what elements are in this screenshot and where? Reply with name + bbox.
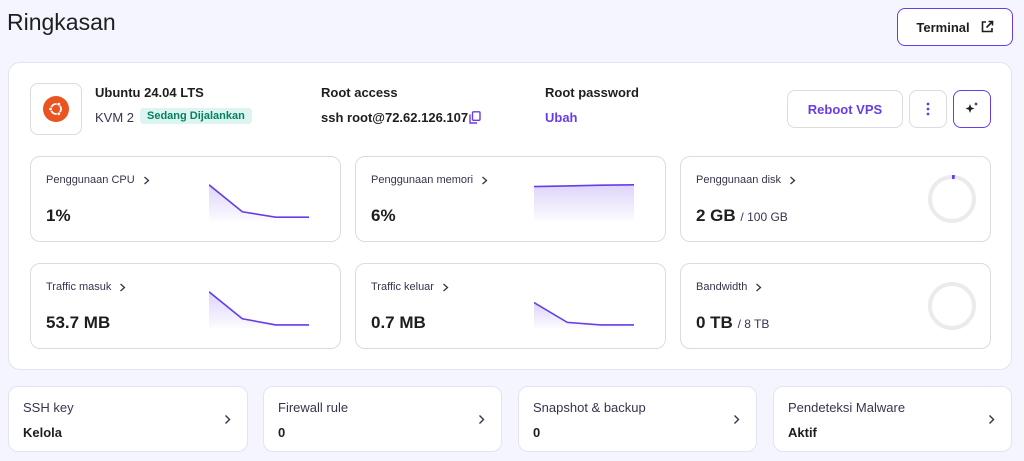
- chevron-right-icon: [790, 176, 796, 184]
- ring-track: [928, 282, 976, 330]
- change-password-link[interactable]: Ubah: [545, 110, 578, 125]
- chevron-right-icon: [482, 176, 488, 184]
- sparkles-icon: [965, 102, 978, 113]
- root-access-value: ssh root@72.62.126.107: [321, 110, 469, 125]
- metric-label: Penggunaan disk: [696, 174, 782, 186]
- card-value: Aktif: [788, 425, 817, 440]
- card-label: SSH key: [23, 400, 74, 415]
- copy-icon[interactable]: [469, 111, 481, 124]
- ssh-key-card[interactable]: SSH key Kelola: [8, 386, 248, 452]
- chevron-right-icon: [120, 283, 126, 291]
- chevron-right-icon: [989, 415, 995, 424]
- os-name: Ubuntu 24.04 LTS: [95, 85, 204, 100]
- bandwidth-usage-ring: [928, 282, 976, 330]
- memory-sparkline: [534, 184, 634, 221]
- page-title: Ringkasan: [7, 9, 116, 35]
- metric-label: Bandwidth: [696, 281, 748, 293]
- metric-disk[interactable]: Penggunaan disk 2 GB / 100 GB: [680, 156, 991, 242]
- sparkline-area: [209, 184, 309, 221]
- metric-traffic-in[interactable]: Traffic masuk 53.7 MB: [30, 263, 341, 349]
- traffic-in-sparkline: [209, 291, 309, 328]
- chevron-right-icon: [734, 415, 740, 424]
- metric-label: Penggunaan memori: [371, 174, 474, 186]
- chevron-right-icon: [443, 283, 449, 291]
- card-value: Kelola: [23, 425, 63, 440]
- disk-usage-ring: [928, 175, 976, 223]
- metric-value: 53.7 MB: [46, 313, 111, 332]
- metric-traffic-out[interactable]: Traffic keluar 0.7 MB: [355, 263, 666, 349]
- root-password-label: Root password: [545, 85, 639, 100]
- vps-summary-card: Ubuntu 24.04 LTS KVM 2 Sedang Dijalankan…: [8, 62, 1012, 370]
- terminal-button[interactable]: Terminal: [897, 8, 1013, 46]
- snapshot-backup-card[interactable]: Snapshot & backup 0: [518, 386, 757, 452]
- chevron-right-icon: [143, 176, 150, 184]
- reboot-vps-button[interactable]: Reboot VPS: [787, 90, 903, 128]
- card-value: 0: [278, 425, 286, 440]
- cpu-sparkline: [209, 184, 309, 221]
- firewall-rule-card[interactable]: Firewall rule 0: [263, 386, 502, 452]
- card-value: 0: [533, 425, 541, 440]
- metric-label: Traffic keluar: [371, 281, 434, 293]
- sparkline-area: [534, 184, 634, 221]
- status-badge: Sedang Dijalankan: [140, 108, 252, 124]
- metric-cpu[interactable]: Penggunaan CPU 1%: [30, 156, 341, 242]
- metric-label: Penggunaan CPU: [46, 174, 135, 186]
- metric-label: Traffic masuk: [46, 281, 112, 293]
- card-label: Pendeteksi Malware: [788, 400, 906, 415]
- card-label: Firewall rule: [278, 400, 349, 415]
- metric-memory[interactable]: Penggunaan memori 6%: [355, 156, 666, 242]
- chevron-right-icon: [756, 283, 762, 291]
- kebab-menu-icon: [926, 102, 930, 116]
- more-options-button[interactable]: [909, 90, 947, 128]
- os-icon-box: [30, 83, 82, 135]
- chevron-right-icon: [225, 415, 231, 424]
- root-access-label: Root access: [321, 85, 398, 100]
- metric-sub: / 100 GB: [740, 210, 788, 224]
- chevron-right-icon: [479, 415, 485, 424]
- metric-sub: / 8 TB: [737, 317, 770, 331]
- traffic-out-sparkline: [534, 301, 634, 328]
- metric-value: 1%: [46, 206, 71, 225]
- external-link-icon: [981, 20, 993, 33]
- card-label: Snapshot & backup: [533, 400, 646, 415]
- malware-scanner-card[interactable]: Pendeteksi Malware Aktif: [773, 386, 1012, 452]
- metric-value: 2 GB / 100 GB: [696, 206, 788, 225]
- plan-name: KVM 2: [95, 110, 135, 125]
- ring-track: [928, 175, 976, 223]
- ubuntu-logo-icon: [43, 96, 69, 122]
- metric-value: 0.7 MB: [371, 313, 426, 332]
- metric-value: 0 TB / 8 TB: [696, 313, 770, 332]
- metric-bandwidth[interactable]: Bandwidth 0 TB / 8 TB: [680, 263, 991, 349]
- terminal-button-label: Terminal: [916, 19, 970, 35]
- metric-value: 6%: [371, 206, 396, 225]
- ai-assistant-button[interactable]: [953, 90, 991, 128]
